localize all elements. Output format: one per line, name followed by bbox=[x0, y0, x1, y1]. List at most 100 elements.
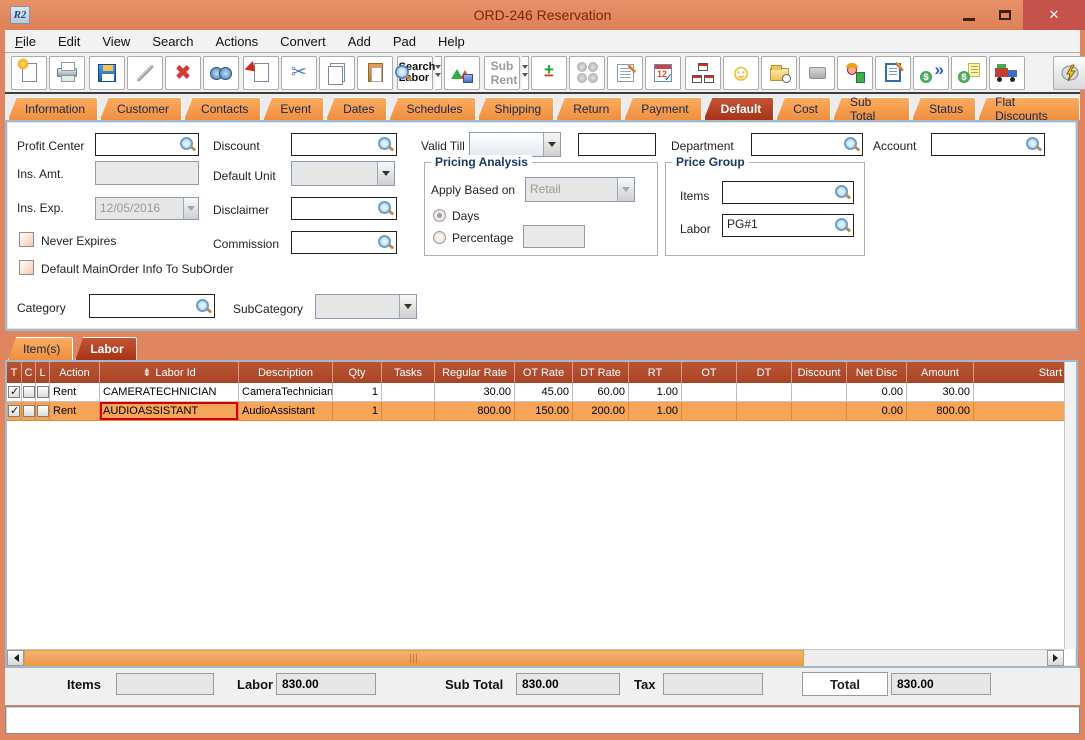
default-maininfo-checkbox[interactable] bbox=[19, 260, 34, 275]
print-button[interactable] bbox=[49, 55, 85, 90]
scroll-left-button[interactable] bbox=[7, 650, 24, 666]
scroll-thumb[interactable] bbox=[24, 650, 804, 666]
edit-document-button[interactable] bbox=[875, 55, 911, 90]
edit-button[interactable] bbox=[127, 55, 163, 90]
send-money-button[interactable]: » $ bbox=[913, 55, 949, 90]
valid-till-value-field[interactable] bbox=[578, 133, 656, 156]
copy-order-button[interactable] bbox=[243, 55, 279, 90]
tab-contacts[interactable]: Contacts bbox=[184, 97, 262, 120]
cell-regular-rate[interactable]: 800.00 bbox=[435, 402, 515, 420]
find-button[interactable] bbox=[203, 55, 239, 90]
row-t-checkbox[interactable] bbox=[8, 385, 20, 398]
hierarchy-button[interactable] bbox=[685, 55, 721, 90]
col-labor-id[interactable]: ⇟ Labor Id bbox=[100, 362, 239, 383]
tab-status[interactable]: Status bbox=[912, 97, 977, 120]
col-ot[interactable]: OT bbox=[682, 362, 737, 383]
save-button[interactable] bbox=[89, 55, 125, 90]
cell-description[interactable]: CameraTechnician bbox=[239, 383, 333, 401]
cell-labor-id-focused[interactable]: AUDIOASSISTANT bbox=[100, 402, 239, 420]
new-button[interactable] bbox=[11, 55, 47, 90]
price-group-labor-search-icon[interactable] bbox=[834, 217, 850, 233]
tab-shipping[interactable]: Shipping bbox=[477, 97, 555, 120]
money-list-button[interactable]: $ bbox=[951, 55, 987, 90]
cut-button[interactable]: ✂ bbox=[281, 55, 317, 90]
col-ot-rate[interactable]: OT Rate bbox=[515, 362, 573, 383]
cell-ot-rate[interactable]: 45.00 bbox=[515, 383, 573, 401]
menu-pad[interactable]: Pad bbox=[393, 34, 416, 49]
default-unit-combo[interactable] bbox=[291, 161, 395, 186]
cell-ot[interactable] bbox=[682, 402, 737, 420]
add-remove-button[interactable]: + − bbox=[531, 55, 567, 90]
cell-rt[interactable]: 1.00 bbox=[629, 402, 682, 420]
cell-dt-rate[interactable]: 60.00 bbox=[573, 383, 629, 401]
sub-rent-button[interactable]: Sub Rent bbox=[484, 55, 520, 90]
col-regular-rate[interactable]: Regular Rate bbox=[435, 362, 515, 383]
col-description[interactable]: Description bbox=[239, 362, 333, 383]
tab-schedules[interactable]: Schedules bbox=[389, 97, 476, 120]
cell-action[interactable]: Rent bbox=[50, 383, 100, 401]
col-dt[interactable]: DT bbox=[737, 362, 792, 383]
menu-actions[interactable]: Actions bbox=[216, 34, 259, 49]
col-qty[interactable]: Qty bbox=[333, 362, 382, 383]
valid-till-dropdown-icon[interactable] bbox=[543, 133, 560, 156]
tab-sub-total[interactable]: Sub Total bbox=[832, 97, 911, 120]
copy-button[interactable] bbox=[319, 55, 355, 90]
col-start-date[interactable]: Start D bbox=[974, 362, 1076, 383]
tab-flat-discounts[interactable]: Flat Discounts bbox=[978, 97, 1080, 120]
price-group-items-search-icon[interactable] bbox=[834, 184, 850, 200]
row-c-checkbox[interactable] bbox=[22, 405, 35, 417]
cell-labor-id[interactable]: CAMERATECHNICIAN bbox=[100, 383, 239, 401]
cell-tasks[interactable] bbox=[382, 383, 435, 401]
cell-dt-rate[interactable]: 200.00 bbox=[573, 402, 629, 420]
tab-information[interactable]: Information bbox=[8, 97, 99, 120]
row-c-checkbox[interactable] bbox=[22, 386, 35, 398]
customer-button[interactable]: ☺ bbox=[723, 55, 759, 90]
history-button[interactable] bbox=[761, 55, 797, 90]
menu-add[interactable]: Add bbox=[348, 34, 371, 49]
subcategory-dropdown-icon[interactable] bbox=[399, 295, 416, 318]
quick-action-button[interactable] bbox=[1053, 55, 1085, 90]
maximize-button[interactable] bbox=[987, 0, 1023, 30]
col-net-disc[interactable]: Net Disc bbox=[847, 362, 907, 383]
col-l[interactable]: L bbox=[36, 362, 50, 383]
tab-cost[interactable]: Cost bbox=[776, 97, 831, 120]
default-unit-dropdown-icon[interactable] bbox=[377, 162, 394, 185]
tab-default[interactable]: Default bbox=[703, 97, 775, 120]
menu-search[interactable]: Search bbox=[152, 34, 193, 49]
paste-button[interactable] bbox=[357, 55, 393, 90]
cell-net-disc[interactable]: 0.00 bbox=[847, 383, 907, 401]
col-action[interactable]: Action bbox=[50, 362, 100, 383]
valid-till-combo[interactable] bbox=[469, 132, 561, 157]
tab-return[interactable]: Return bbox=[556, 97, 623, 120]
cell-tasks[interactable] bbox=[382, 402, 435, 420]
col-amount[interactable]: Amount bbox=[907, 362, 974, 383]
table-row[interactable]: Rent CAMERATECHNICIAN CameraTechnician 1… bbox=[7, 383, 1076, 402]
menu-help[interactable]: Help bbox=[438, 34, 465, 49]
never-expires-checkbox[interactable] bbox=[19, 232, 34, 247]
tab-payment[interactable]: Payment bbox=[624, 97, 702, 120]
close-button[interactable]: ✕ bbox=[1023, 0, 1085, 30]
cell-dt[interactable] bbox=[737, 383, 792, 401]
sub-rent-dropdown[interactable] bbox=[522, 55, 529, 90]
menu-convert[interactable]: Convert bbox=[280, 34, 326, 49]
cell-regular-rate[interactable]: 30.00 bbox=[435, 383, 515, 401]
cell-amount[interactable]: 800.00 bbox=[907, 402, 974, 420]
cell-discount[interactable] bbox=[792, 402, 847, 420]
col-tasks[interactable]: Tasks bbox=[382, 362, 435, 383]
days-radio[interactable] bbox=[433, 209, 446, 222]
commission-search-icon[interactable] bbox=[377, 234, 393, 250]
shapes-button[interactable] bbox=[444, 55, 480, 90]
cell-qty[interactable]: 1 bbox=[333, 383, 382, 401]
cell-ot-rate[interactable]: 150.00 bbox=[515, 402, 573, 420]
cell-qty[interactable]: 1 bbox=[333, 402, 382, 420]
menu-file[interactable]: File bbox=[15, 34, 36, 49]
cell-action[interactable]: Rent bbox=[50, 402, 100, 420]
crew-button[interactable] bbox=[837, 55, 873, 90]
col-dt-rate[interactable]: DT Rate bbox=[573, 362, 629, 383]
subcategory-combo[interactable] bbox=[315, 294, 417, 319]
vertical-scrollbar[interactable] bbox=[1064, 362, 1076, 649]
cell-start-date[interactable] bbox=[974, 383, 1076, 401]
cell-start-date[interactable] bbox=[974, 402, 1076, 420]
category-search-icon[interactable] bbox=[195, 298, 211, 314]
cell-dt[interactable] bbox=[737, 402, 792, 420]
